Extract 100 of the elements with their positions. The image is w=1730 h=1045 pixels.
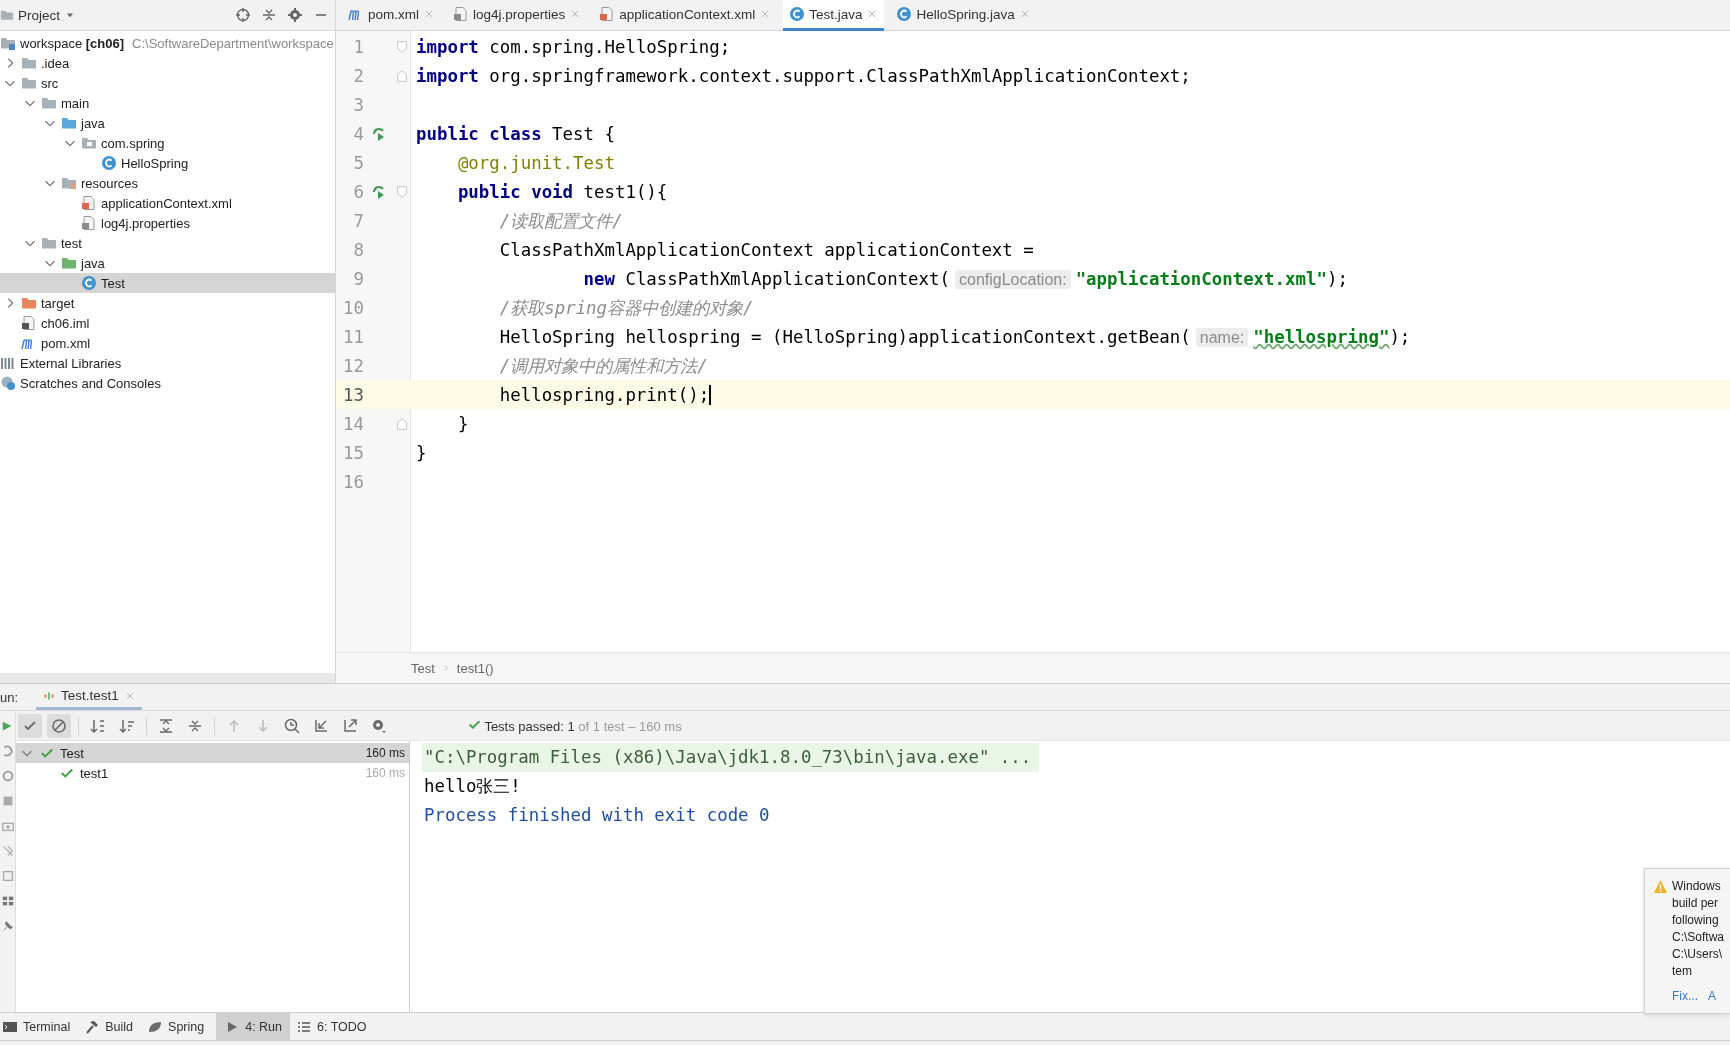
line-number: 7 bbox=[352, 210, 364, 231]
rerun-icon[interactable] bbox=[0, 769, 15, 783]
editor-tab[interactable]: applicationContext.xml bbox=[593, 0, 778, 31]
code-line: hellospring.print(); bbox=[498, 384, 710, 405]
notification-text: following bbox=[1672, 913, 1720, 929]
fold-icon[interactable] bbox=[395, 416, 409, 431]
code-line: } bbox=[416, 442, 427, 463]
tool-window-button[interactable]: 6: TODO bbox=[294, 1013, 375, 1040]
module-folder-icon bbox=[0, 35, 16, 51]
tree-item[interactable]: HelloSpring bbox=[0, 153, 335, 173]
folder-icon bbox=[61, 175, 77, 191]
breadcrumb[interactable]: Test bbox=[411, 660, 435, 676]
folder-icon bbox=[0, 8, 14, 22]
locate-icon[interactable] bbox=[235, 7, 251, 23]
tool-window-button[interactable]: 4: Run bbox=[216, 1013, 291, 1040]
tool-window-button[interactable]: Spring bbox=[145, 1013, 213, 1040]
tree-item[interactable]: ch06.iml bbox=[0, 313, 335, 333]
passed-filter-button[interactable] bbox=[18, 713, 42, 738]
tree-item[interactable]: External Libraries bbox=[0, 353, 335, 373]
tree-item[interactable]: java bbox=[0, 113, 335, 133]
library-icon bbox=[0, 355, 16, 371]
notification-link[interactable]: A bbox=[1708, 989, 1716, 1003]
class-icon bbox=[896, 6, 913, 22]
line-number: 2 bbox=[352, 65, 364, 86]
test-result-row[interactable]: test1 160 ms bbox=[16, 763, 409, 783]
test-result-row[interactable]: Test 160 ms bbox=[16, 743, 409, 763]
tree-item[interactable]: pom.xml bbox=[0, 333, 335, 353]
editor-tab[interactable]: Test.java bbox=[783, 0, 885, 31]
code-line: /读取配置文件/ bbox=[498, 209, 623, 233]
line-number: 1 bbox=[352, 36, 364, 57]
line-number: 8 bbox=[352, 239, 364, 260]
down-icon bbox=[255, 717, 271, 734]
console-line: hello张三! bbox=[424, 775, 522, 798]
line-number: 16 bbox=[342, 471, 364, 492]
editor-tab[interactable]: pom.xml bbox=[342, 0, 441, 31]
tree-item[interactable]: Test bbox=[0, 273, 335, 293]
code-line: import org.springframework.context.support.ClassPathXmlApplicationContext; bbox=[416, 65, 1191, 86]
tree-item[interactable]: target bbox=[0, 293, 335, 313]
notification-text: tem bbox=[1672, 964, 1693, 980]
warning-icon bbox=[1653, 879, 1668, 894]
editor-tab[interactable]: log4j.properties bbox=[447, 0, 588, 31]
code-line: new ClassPathXmlApplicationContext( configLocation: "applicationContext.xml"); bbox=[582, 268, 1348, 289]
folder-icon bbox=[61, 115, 77, 131]
tree-item[interactable]: resources bbox=[0, 173, 335, 193]
file-icon bbox=[599, 6, 616, 22]
tree-item[interactable]: java bbox=[0, 253, 335, 273]
tree-item[interactable]: src bbox=[0, 73, 335, 93]
sort-duration-icon bbox=[119, 717, 135, 734]
notification-link[interactable]: Fix... bbox=[1672, 989, 1698, 1003]
tree-item[interactable]: main bbox=[0, 93, 335, 113]
tree-item[interactable]: applicationContext.xml bbox=[0, 193, 335, 213]
expand-all-icon bbox=[158, 717, 174, 734]
tree-item[interactable]: test bbox=[0, 233, 335, 253]
line-number: 12 bbox=[342, 355, 364, 376]
panel-title-text[interactable]: Project bbox=[18, 7, 61, 23]
panel-title[interactable]: Project bbox=[0, 7, 77, 23]
console-line: Process finished with exit code 0 bbox=[424, 804, 771, 827]
class-icon bbox=[81, 275, 97, 291]
tree-item[interactable]: Scratches and Consoles bbox=[0, 373, 335, 393]
line-number: 15 bbox=[342, 442, 364, 463]
editor-tab[interactable]: HelloSpring.java bbox=[890, 0, 1037, 31]
ignored-filter-button[interactable] bbox=[47, 713, 71, 738]
settings-icon[interactable] bbox=[287, 7, 303, 23]
layout-icon[interactable] bbox=[0, 894, 15, 908]
tool-window-button[interactable]: Build bbox=[82, 1013, 142, 1040]
line-number: 6 bbox=[352, 181, 364, 202]
test-status: Tests passed: 1 of 1 test – 160 ms bbox=[468, 717, 682, 734]
hammer-icon bbox=[84, 1018, 101, 1035]
folder-icon bbox=[21, 75, 37, 91]
code-line: ClassPathXmlApplicationContext applicationContext = bbox=[498, 239, 1034, 260]
code-line: import com.spring.HelloSpring; bbox=[416, 36, 731, 57]
class-icon bbox=[789, 6, 806, 22]
tree-item[interactable]: .idea bbox=[0, 53, 335, 73]
fold-icon[interactable] bbox=[395, 68, 409, 83]
tree-item[interactable]: com.spring bbox=[0, 133, 335, 153]
code-line: HelloSpring hellospring = (HelloSpring)applicationContext.getBean( name: "hellospring"); bbox=[498, 326, 1411, 347]
passed-icon bbox=[60, 766, 74, 780]
file-icon bbox=[21, 315, 37, 331]
run-icon[interactable] bbox=[371, 183, 387, 200]
sort-alpha-icon bbox=[90, 717, 106, 734]
fold-icon[interactable] bbox=[395, 39, 409, 54]
code-line: @org.junit.Test bbox=[456, 152, 615, 173]
file-icon bbox=[453, 6, 469, 22]
tool-window-button[interactable]: Terminal bbox=[0, 1013, 79, 1040]
folder-icon bbox=[41, 235, 57, 251]
folder-icon bbox=[61, 255, 77, 271]
file-icon bbox=[81, 195, 97, 211]
tree-item[interactable]: log4j.properties bbox=[0, 213, 335, 233]
horizontal-scrollbar[interactable] bbox=[0, 673, 335, 683]
code-line: public void test1(){ bbox=[456, 181, 668, 202]
text-caret bbox=[709, 384, 712, 405]
fold-icon[interactable] bbox=[395, 184, 409, 199]
notification-text: C:\Users\ bbox=[1672, 947, 1723, 963]
line-number: 11 bbox=[342, 326, 364, 347]
line-number: 13 bbox=[342, 384, 364, 405]
breadcrumb[interactable]: test1() bbox=[456, 660, 494, 676]
collapse-icon[interactable] bbox=[261, 7, 277, 23]
run-icon[interactable] bbox=[371, 125, 387, 142]
tree-item[interactable]: workspace [ch06] C:\SoftwareDepartment\workspace bbox=[0, 33, 335, 53]
close-icon[interactable] bbox=[423, 8, 435, 20]
